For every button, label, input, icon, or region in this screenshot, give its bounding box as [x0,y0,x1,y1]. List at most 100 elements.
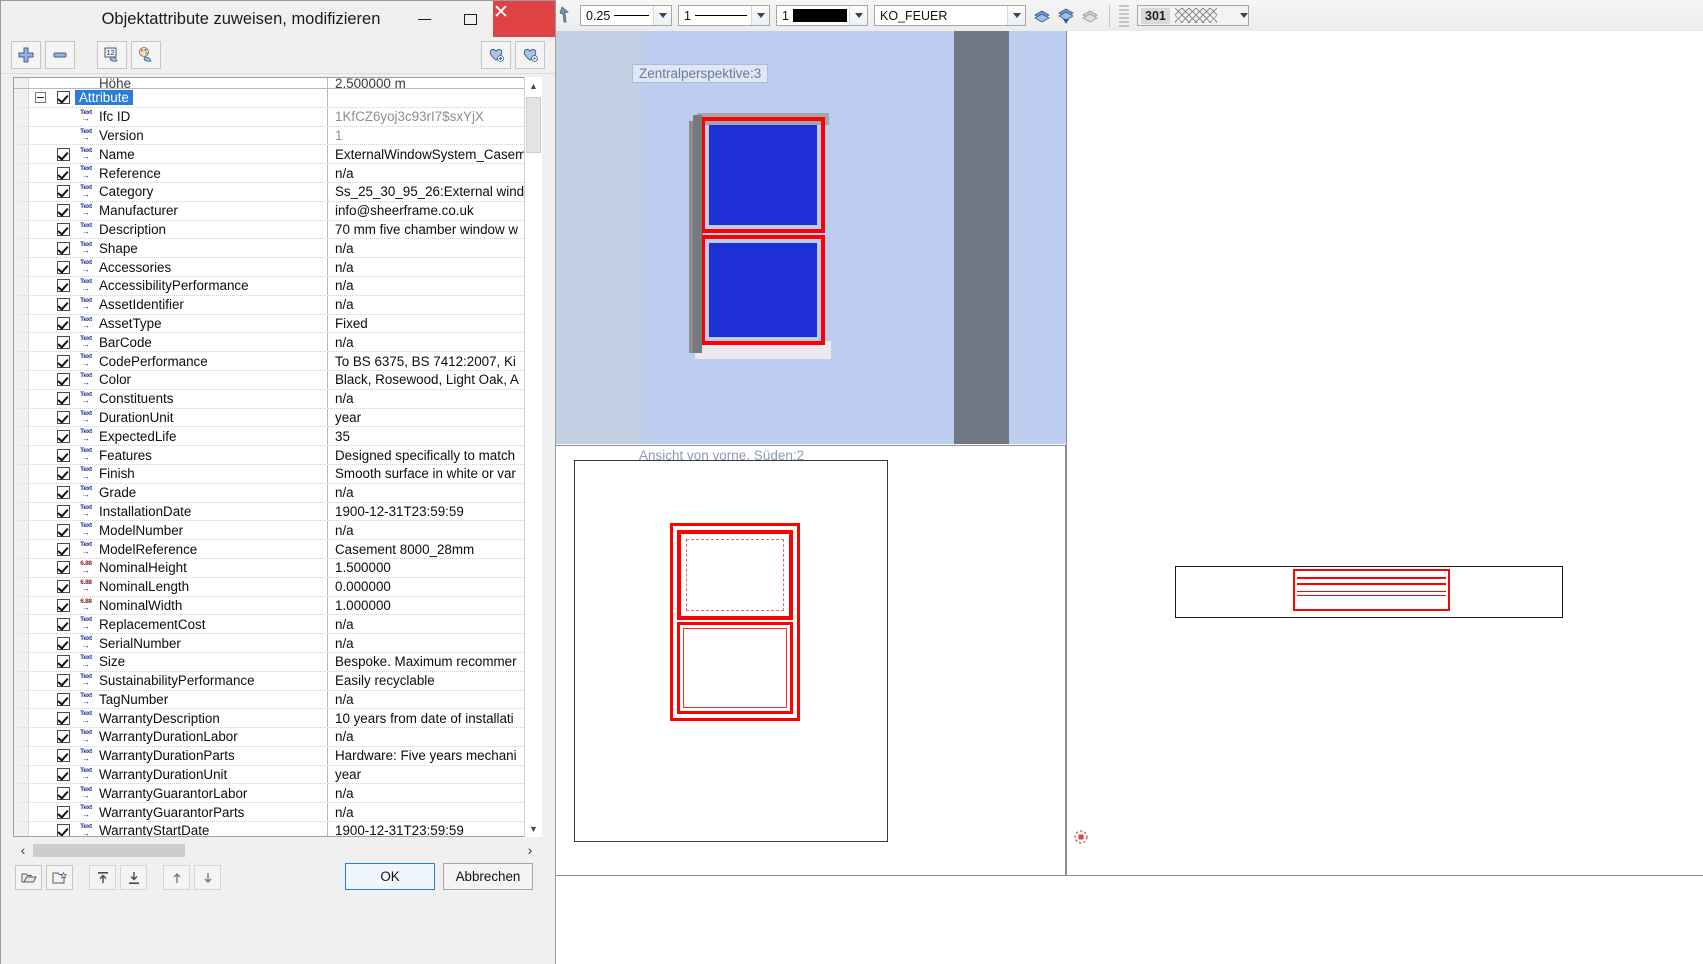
chevron-down-icon[interactable] [849,6,867,25]
viewport-front-elevation[interactable]: Ansicht von vorne, Süden:2 [556,445,1066,875]
chevron-down-icon[interactable] [751,6,769,25]
remove-attribute-button[interactable] [45,41,75,69]
attribute-value[interactable]: 1900-12-31T23:59:59 [327,503,540,521]
table-row[interactable]: 6.88→NominalLength0.000000 [14,578,540,597]
open-button[interactable] [15,865,42,890]
table-row[interactable]: Text→SizeBespoke. Maximum recommer [14,653,540,672]
attribute-value[interactable]: 1KfCZ6yoj3c93rI7$sxYjX [327,108,540,126]
attribute-value[interactable]: Designed specifically to match [327,446,540,464]
table-row[interactable]: Text→FinishSmooth surface in white or va… [14,465,540,484]
layer-locked-icon[interactable] [1080,6,1100,26]
scroll-up-button[interactable]: ▲ [525,77,542,94]
attribute-value[interactable]: n/a [327,277,540,295]
table-row[interactable]: Text→InstallationDate1900-12-31T23:59:59 [14,503,540,522]
attribute-value[interactable]: Hardware: Five years mechani [327,747,540,765]
attribute-checkbox[interactable] [51,167,75,180]
layer-visible-icon[interactable] [1032,6,1052,26]
table-row[interactable]: Text→TagNumbern/a [14,691,540,710]
attribute-value[interactable]: n/a [327,615,540,633]
attribute-checkbox[interactable] [51,298,75,311]
attribute-value[interactable]: n/a [327,164,540,182]
attribute-checkbox[interactable] [51,749,75,762]
table-row[interactable]: Text→NameExternalWindowSystem_Casem [14,145,540,164]
add-attribute-button[interactable] [11,41,41,69]
scroll-left-button[interactable]: ‹ [13,840,33,860]
attribute-value[interactable]: Black, Rosewood, Light Oak, A [327,371,540,389]
table-row[interactable]: Text→CodePerformanceTo BS 6375, BS 7412:… [14,352,540,371]
attribute-checkbox[interactable] [51,355,75,368]
attribute-checkbox[interactable] [51,637,75,650]
table-row[interactable]: Text→Ifc ID1KfCZ6yoj3c93rI7$sxYjX [14,108,540,127]
table-row[interactable]: Text→AccessibilityPerformancen/a [14,277,540,296]
line-weight-combo[interactable]: 0.25 [580,5,672,26]
viewport-plan[interactable]: Grundriss:1 [1067,31,1703,875]
table-row[interactable]: Text→Constituentsn/a [14,390,540,409]
attribute-checkbox[interactable] [51,392,75,405]
table-row[interactable]: Text→Description70 mm five chamber windo… [14,221,540,240]
attribute-checkbox[interactable] [51,824,75,837]
table-row[interactable]: Text→WarrantyDurationPartsHardware: Five… [14,747,540,766]
table-row[interactable]: Text→WarrantyGuarantorLaborn/a [14,784,540,803]
attribute-checkbox[interactable] [51,618,75,631]
layer-active-icon[interactable] [1056,6,1076,26]
attribute-value[interactable]: Ss_25_30_95_26:External wind [327,183,540,201]
table-row[interactable]: Text→WarrantyDurationUnityear [14,766,540,785]
attribute-value[interactable]: Smooth surface in white or var [327,465,540,483]
hscroll-track[interactable] [33,844,520,857]
attribute-checkbox[interactable] [51,261,75,274]
attribute-checkbox[interactable] [51,242,75,255]
table-row[interactable]: Text→ExpectedLife35 [14,427,540,446]
table-row[interactable]: Text→Version1 [14,127,540,146]
attribute-value[interactable]: n/a [327,634,540,652]
attribute-checkbox[interactable] [51,336,75,349]
attribute-value[interactable]: Fixed [327,315,540,333]
favorites-button[interactable] [481,41,511,69]
move-down-button[interactable] [194,865,221,890]
viewport-perspective[interactable]: Zentralperspektive:3 [556,31,1066,444]
attribute-checkbox[interactable] [51,580,75,593]
attribute-checkbox[interactable] [51,148,75,161]
attribute-checkbox[interactable] [51,486,75,499]
save-as-button[interactable] [46,865,73,890]
attribute-checkbox[interactable] [51,430,75,443]
attribute-checkbox[interactable] [51,411,75,424]
attribute-checkbox[interactable] [51,693,75,706]
table-row[interactable]: Text→ModelReferenceCasement 8000_28mm [14,540,540,559]
table-row[interactable]: Text→BarCoden/a [14,333,540,352]
attribute-value[interactable]: n/a [327,691,540,709]
group-checkbox[interactable] [51,91,75,104]
attribute-checkbox[interactable] [51,449,75,462]
attribute-value[interactable]: 0.000000 [327,578,540,596]
table-row[interactable]: Text→FeaturesDesigned specifically to ma… [14,446,540,465]
attribute-value[interactable]: n/a [327,484,540,502]
attribute-list-vscrollbar[interactable]: ▲ ▼ [524,77,542,837]
table-row[interactable]: Text→Shapen/a [14,239,540,258]
table-row[interactable]: Text→Referencen/a [14,164,540,183]
attribute-checkbox[interactable] [51,768,75,781]
attribute-checkbox[interactable] [51,730,75,743]
attribute-value[interactable]: 10 years from date of installati [327,709,540,727]
table-row-clipped[interactable]: Höhe 2.500000 m [14,78,540,89]
table-row[interactable]: 6.88→NominalWidth1.000000 [14,597,540,616]
number-format-button[interactable]: 12 [97,41,127,69]
dialog-titlebar[interactable]: Objektattribute zuweisen, modifizieren ✕ [1,1,555,37]
scroll-right-button[interactable]: › [520,840,540,860]
ok-button[interactable]: OK [345,863,435,890]
table-row[interactable]: Text→Manufacturerinfo@sheerframe.co.uk [14,202,540,221]
attribute-value[interactable]: n/a [327,296,540,314]
attribute-list[interactable]: Höhe 2.500000 m Attribute Text→Ifc ID1Kf… [13,77,540,837]
table-row[interactable]: Text→AssetTypeFixed [14,315,540,334]
attribute-value[interactable]: Casement 8000_28mm [327,540,540,558]
attribute-checkbox[interactable] [51,655,75,668]
attribute-value[interactable]: year [327,766,540,784]
pin-toolbar-icon[interactable] [558,5,574,27]
table-row[interactable]: Text→Graden/a [14,484,540,503]
attribute-checkbox[interactable] [51,185,75,198]
attribute-checkbox[interactable] [51,543,75,556]
chevron-down-icon[interactable] [1240,13,1248,18]
color-combo[interactable]: 1 [776,5,868,26]
table-row[interactable]: Text→ColorBlack, Rosewood, Light Oak, A [14,371,540,390]
attribute-value[interactable]: 70 mm five chamber window w [327,221,540,239]
attribute-checkbox[interactable] [51,373,75,386]
attribute-value[interactable]: Easily recyclable [327,672,540,690]
